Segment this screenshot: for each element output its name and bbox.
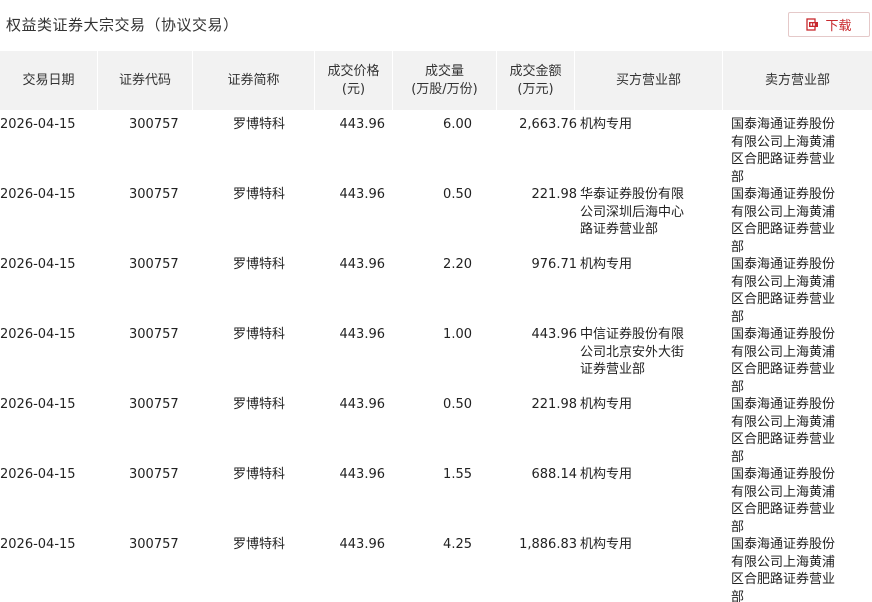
cell-price: 443.96 xyxy=(339,117,386,132)
cell-date: 2026-04-15 xyxy=(0,117,76,132)
cell-price: 443.96 xyxy=(339,397,386,412)
cell-amount: 688.14 xyxy=(531,467,578,482)
cell-price: 443.96 xyxy=(339,187,386,202)
column-header-name[interactable]: 证券简称 xyxy=(193,51,315,110)
cell-name: 罗博特科 xyxy=(233,537,286,552)
cell-code: 300757 xyxy=(129,467,179,482)
cell-name: 罗博特科 xyxy=(233,257,286,272)
download-icon xyxy=(806,18,819,31)
cell-code: 300757 xyxy=(129,187,179,202)
cell-price: 443.96 xyxy=(339,467,386,482)
cell-volume: 0.50 xyxy=(443,187,472,202)
table-row: 2026-04-15 300757 罗博特科 443.96 2.20 976.71 机构专用… xyxy=(0,250,872,325)
column-header-seller[interactable]: 卖方营业部 xyxy=(723,51,872,110)
title-bar: 权益类证券大宗交易（协议交易） 下载 xyxy=(0,0,872,48)
cell-buyer: 机构专用 xyxy=(580,467,633,482)
cell-amount: 976.71 xyxy=(531,257,578,272)
cell-name: 罗博特科 xyxy=(233,117,286,132)
column-header-date[interactable]: 交易日期 xyxy=(0,51,98,110)
cell-buyer: 机构专用 xyxy=(580,117,633,132)
cell-name: 罗博特科 xyxy=(233,187,286,202)
download-button[interactable]: 下载 xyxy=(788,12,870,37)
cell-volume: 2.20 xyxy=(443,257,472,272)
table-row: 2026-04-15 300757 罗博特科 443.96 0.50 221.98 华泰证券… xyxy=(0,180,872,255)
cell-code: 300757 xyxy=(129,537,179,552)
cell-buyer: 中信证券股份有限公司北京安外大街证券营业部 xyxy=(580,327,685,377)
cell-date: 2026-04-15 xyxy=(0,187,76,202)
table-row: 2026-04-15 300757 罗博特科 443.96 4.25 1,886.83 机构… xyxy=(0,530,872,602)
cell-seller: 国泰海通证券股份有限公司上海黄浦区合肥路证券营业部 xyxy=(731,257,836,325)
table-header: 交易日期 证券代码 证券简称 成交价格 (元) 成交量 (万股/万份) 成交金额… xyxy=(0,51,872,110)
cell-date: 2026-04-15 xyxy=(0,467,76,482)
cell-code: 300757 xyxy=(129,327,179,342)
cell-amount: 2,663.76 xyxy=(519,117,577,132)
cell-name: 罗博特科 xyxy=(233,467,286,482)
cell-seller: 国泰海通证券股份有限公司上海黄浦区合肥路证券营业部 xyxy=(731,537,836,602)
cell-seller: 国泰海通证券股份有限公司上海黄浦区合肥路证券营业部 xyxy=(731,397,836,465)
page-title: 权益类证券大宗交易（协议交易） xyxy=(6,16,239,34)
cell-price: 443.96 xyxy=(339,327,386,342)
cell-date: 2026-04-15 xyxy=(0,397,76,412)
cell-volume: 6.00 xyxy=(443,117,472,132)
cell-price: 443.96 xyxy=(339,537,386,552)
cell-amount: 443.96 xyxy=(531,327,578,342)
cell-seller: 国泰海通证券股份有限公司上海黄浦区合肥路证券营业部 xyxy=(731,117,836,185)
cell-code: 300757 xyxy=(129,117,179,132)
cell-seller: 国泰海通证券股份有限公司上海黄浦区合肥路证券营业部 xyxy=(731,467,836,535)
cell-amount: 1,886.83 xyxy=(519,537,577,552)
download-label: 下载 xyxy=(825,19,852,34)
cell-date: 2026-04-15 xyxy=(0,257,76,272)
cell-date: 2026-04-15 xyxy=(0,327,76,342)
column-header-amount[interactable]: 成交金额 (万元) xyxy=(497,51,575,110)
cell-buyer: 机构专用 xyxy=(580,537,633,552)
table-row: 2026-04-15 300757 罗博特科 443.96 6.00 2,663.76 机构… xyxy=(0,110,872,185)
cell-price: 443.96 xyxy=(339,257,386,272)
table-row: 2026-04-15 300757 罗博特科 443.96 0.50 221.98 机构专用… xyxy=(0,390,872,465)
cell-buyer: 华泰证券股份有限公司深圳后海中心路证券营业部 xyxy=(580,187,685,237)
cell-amount: 221.98 xyxy=(531,187,578,202)
table-row: 2026-04-15 300757 罗博特科 443.96 1.55 688.14 机构专用… xyxy=(0,460,872,535)
cell-code: 300757 xyxy=(129,257,179,272)
cell-seller: 国泰海通证券股份有限公司上海黄浦区合肥路证券营业部 xyxy=(731,327,836,395)
cell-name: 罗博特科 xyxy=(233,327,286,342)
column-header-code[interactable]: 证券代码 xyxy=(98,51,193,110)
column-header-buyer[interactable]: 买方营业部 xyxy=(575,51,723,110)
cell-volume: 0.50 xyxy=(443,397,472,412)
cell-volume: 1.00 xyxy=(443,327,472,342)
cell-volume: 4.25 xyxy=(443,537,472,552)
table-row: 2026-04-15 300757 罗博特科 443.96 1.00 443.96 中信证券… xyxy=(0,320,872,395)
cell-buyer: 机构专用 xyxy=(580,257,633,272)
cell-seller: 国泰海通证券股份有限公司上海黄浦区合肥路证券营业部 xyxy=(731,187,836,255)
cell-name: 罗博特科 xyxy=(233,397,286,412)
cell-amount: 221.98 xyxy=(531,397,578,412)
column-header-volume[interactable]: 成交量 (万股/万份) xyxy=(393,51,497,110)
cell-buyer: 机构专用 xyxy=(580,397,633,412)
cell-date: 2026-04-15 xyxy=(0,537,76,552)
cell-code: 300757 xyxy=(129,397,179,412)
column-header-price[interactable]: 成交价格 (元) xyxy=(315,51,393,110)
cell-volume: 1.55 xyxy=(443,467,472,482)
